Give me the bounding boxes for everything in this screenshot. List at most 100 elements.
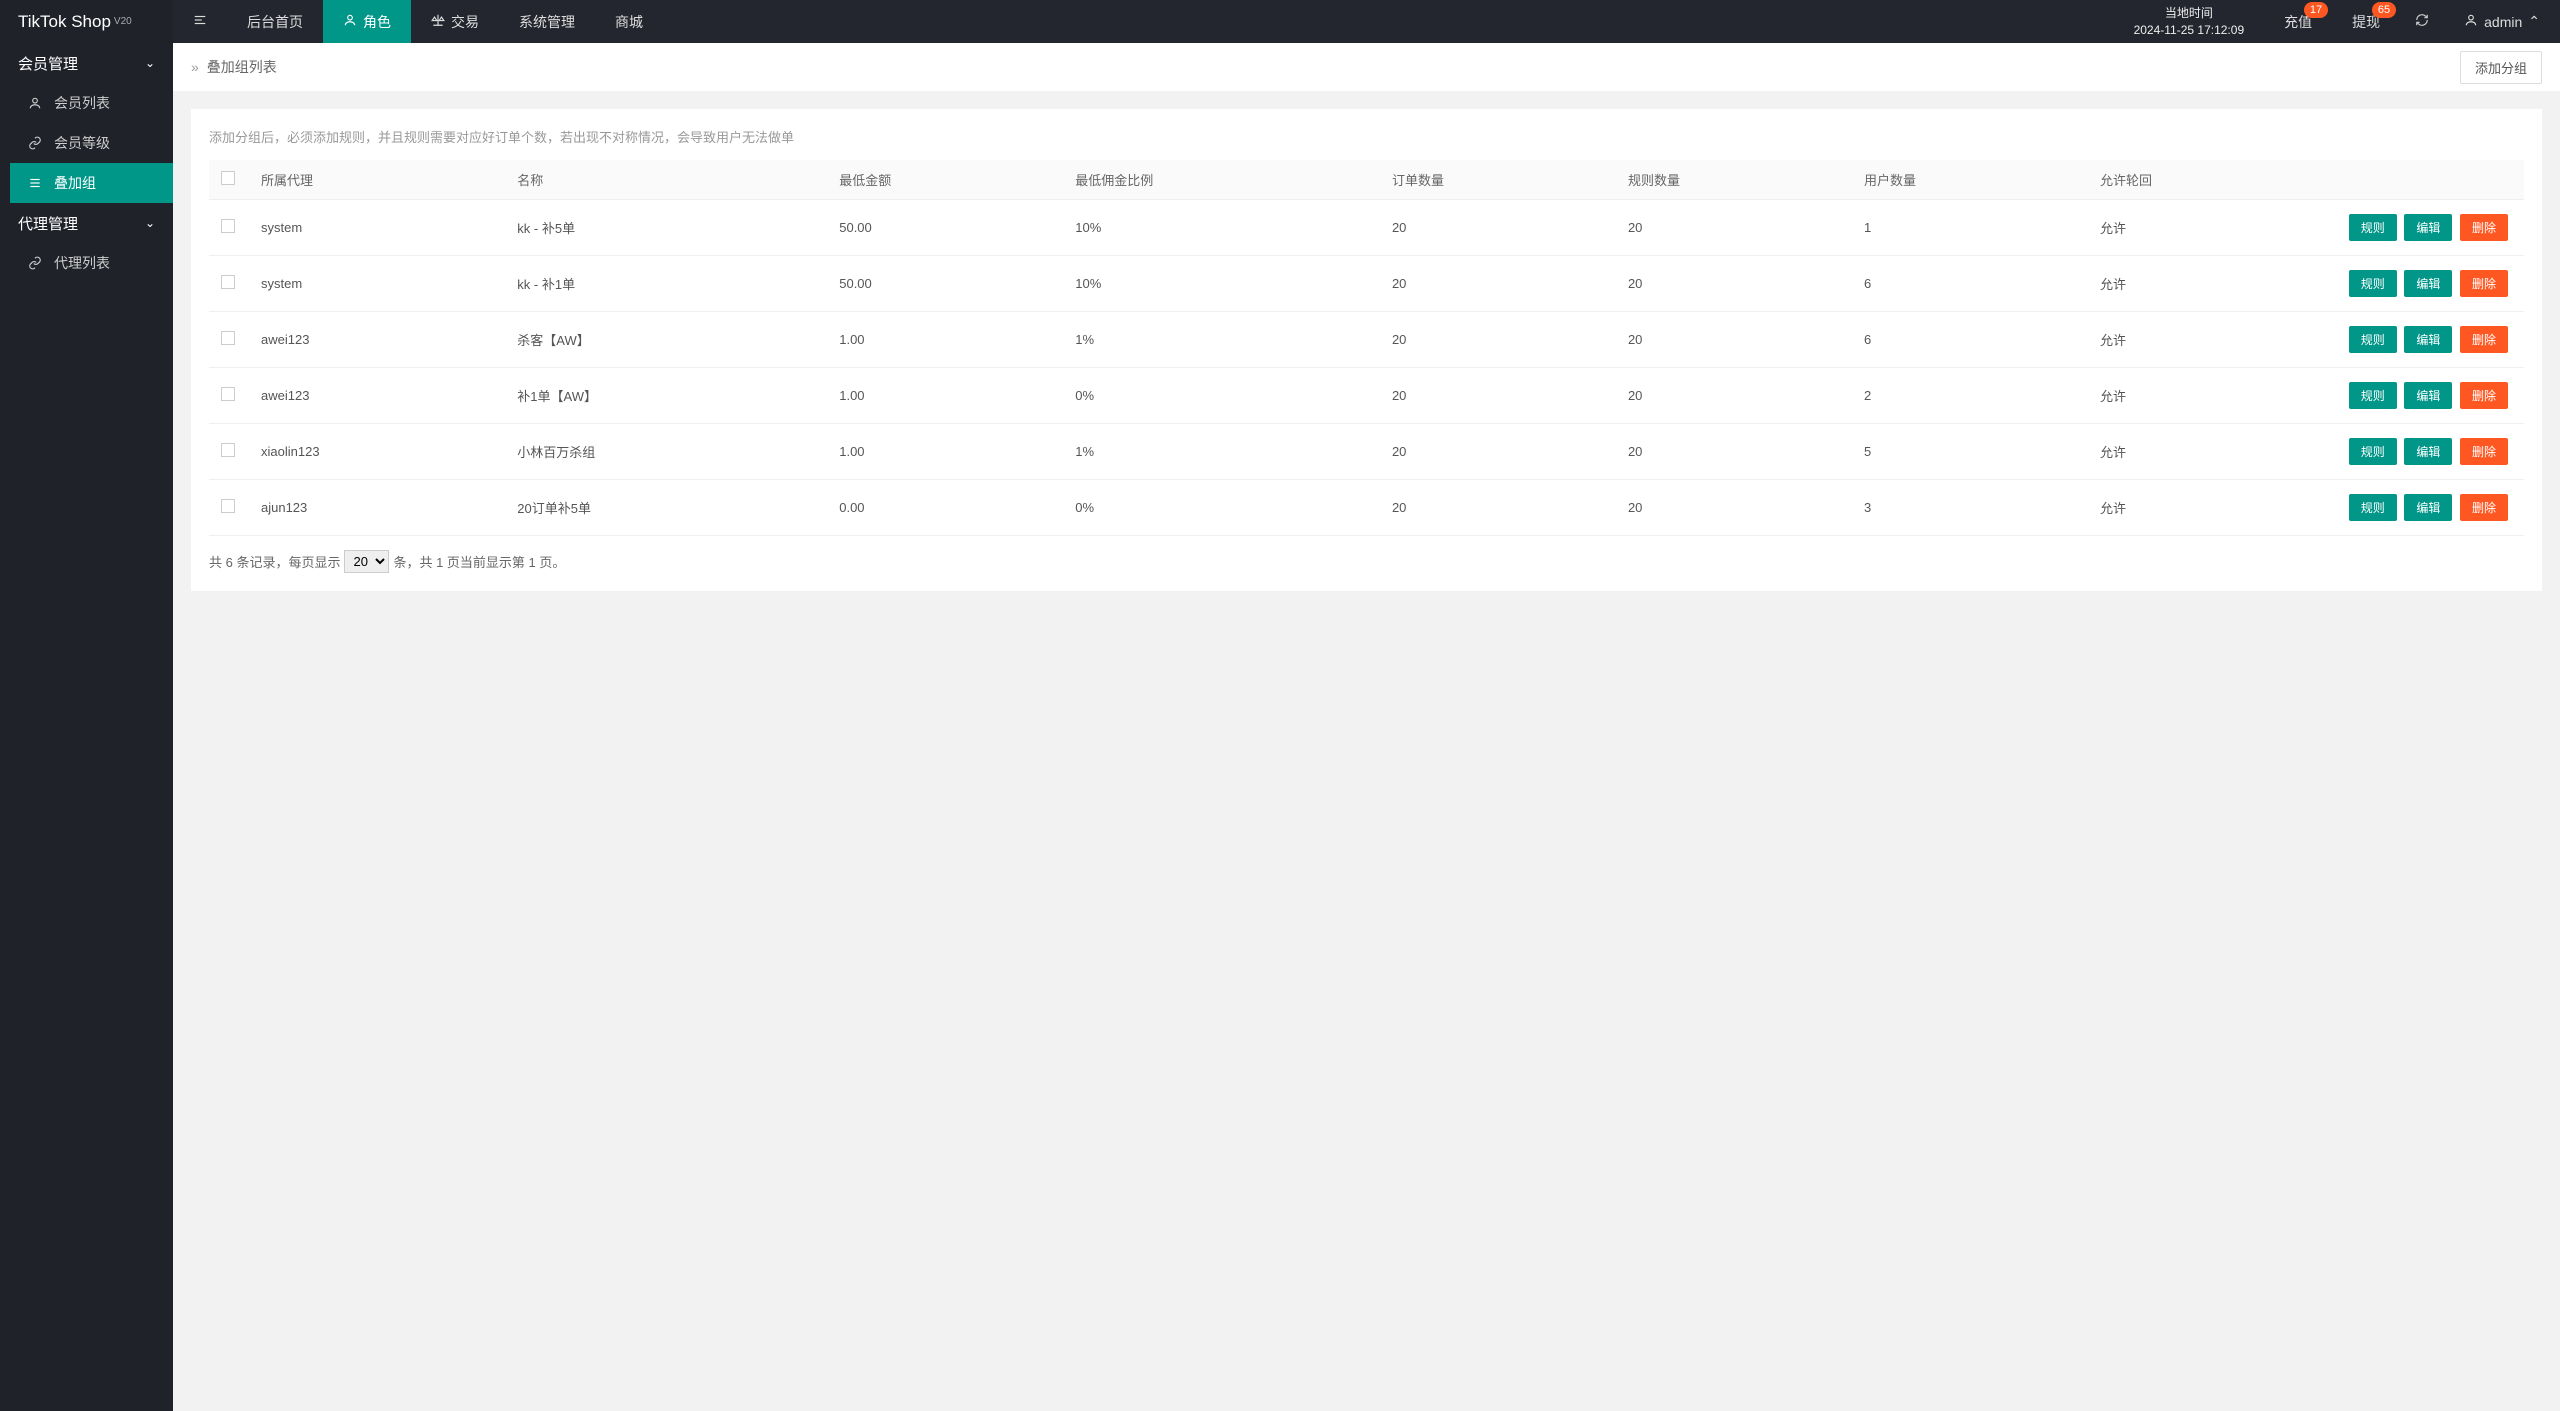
list-icon [28,176,44,190]
refresh-button[interactable] [2400,0,2444,43]
cell-min-amount: 1.00 [827,424,1063,480]
sidebar-item-label: 叠加组 [54,173,96,193]
edit-button[interactable]: 编辑 [2404,270,2452,297]
cell-allow-return: 允许 [2088,480,2324,536]
content-panel: 添加分组后，必须添加规则，并且规则需要对应好订单个数，若出现不对称情况，会导致用… [191,109,2542,591]
cell-rule-count: 20 [1616,368,1852,424]
local-time: 当地时间 2024-11-25 17:12:09 [2114,0,2265,43]
row-checkbox[interactable] [221,331,235,345]
cell-allow-return: 允许 [2088,200,2324,256]
sidebar-item-label: 会员列表 [54,93,110,113]
cell-min-ratio: 1% [1063,312,1380,368]
cell-agent: xiaolin123 [249,424,505,480]
cell-min-amount: 0.00 [827,480,1063,536]
cell-user-count: 5 [1852,424,2088,480]
chevron-down-icon: ⌄ [145,216,155,230]
sidebar-item-label: 代理列表 [54,253,110,273]
withdraw-badge: 65 [2372,2,2396,18]
sidebar-group-label: 会员管理 [18,53,78,74]
rule-button[interactable]: 规则 [2349,438,2397,465]
row-checkbox[interactable] [221,275,235,289]
col-name: 名称 [505,160,827,200]
cell-rule-count: 20 [1616,424,1852,480]
edit-button[interactable]: 编辑 [2404,382,2452,409]
menu-toggle[interactable] [173,0,227,43]
cell-agent: ajun123 [249,480,505,536]
rule-button[interactable]: 规则 [2349,382,2397,409]
nav-label: 角色 [363,12,391,32]
nav-withdraw[interactable]: 提现 65 [2332,0,2400,43]
cell-order-count: 20 [1380,312,1616,368]
rule-button[interactable]: 规则 [2349,494,2397,521]
refresh-icon [2415,13,2429,30]
table-row: awei123 杀客【AW】 1.00 1% 20 20 6 允许 规则 编辑 … [209,312,2524,368]
row-checkbox[interactable] [221,387,235,401]
sidebar-item-agent-list[interactable]: 代理列表 [10,243,173,283]
edit-button[interactable]: 编辑 [2404,494,2452,521]
nav-label: 系统管理 [519,12,575,32]
cell-agent: system [249,200,505,256]
table-row: system kk - 补1单 50.00 10% 20 20 6 允许 规则 … [209,256,2524,312]
rule-button[interactable]: 规则 [2349,214,2397,241]
table-row: system kk - 补5单 50.00 10% 20 20 1 允许 规则 … [209,200,2524,256]
cell-rule-count: 20 [1616,200,1852,256]
cell-agent: system [249,256,505,312]
brand-name: TikTok Shop [18,12,111,32]
edit-button[interactable]: 编辑 [2404,214,2452,241]
nav-trade[interactable]: 交易 [411,0,499,43]
sidebar-item-member-level[interactable]: 会员等级 [10,123,173,163]
cell-name: 补1单【AW】 [505,368,827,424]
sidebar-group-agent[interactable]: 代理管理 ⌄ [0,203,173,243]
cell-agent: awei123 [249,368,505,424]
col-rule-count: 规则数量 [1616,160,1852,200]
delete-button[interactable]: 删除 [2460,438,2508,465]
nav-system[interactable]: 系统管理 [499,0,595,43]
delete-button[interactable]: 删除 [2460,494,2508,521]
chevron-down-icon: ⌄ [145,56,155,70]
add-group-button[interactable]: 添加分组 [2460,51,2542,84]
delete-button[interactable]: 删除 [2460,214,2508,241]
data-table: 所属代理 名称 最低金额 最低佣金比例 订单数量 规则数量 用户数量 允许轮回 … [209,160,2524,536]
username: admin [2484,14,2522,30]
row-checkbox[interactable] [221,219,235,233]
select-all-checkbox[interactable] [221,171,235,185]
row-checkbox[interactable] [221,443,235,457]
nav-mall[interactable]: 商城 [595,0,663,43]
cell-name: kk - 补5单 [505,200,827,256]
cell-min-ratio: 10% [1063,200,1380,256]
scale-icon [431,13,445,30]
delete-button[interactable]: 删除 [2460,270,2508,297]
nav-label: 交易 [451,12,479,32]
user-icon [2464,13,2478,30]
user-icon [343,13,357,30]
notice-text: 添加分组后，必须添加规则，并且规则需要对应好订单个数，若出现不对称情况，会导致用… [209,127,2524,146]
edit-button[interactable]: 编辑 [2404,438,2452,465]
nav-home[interactable]: 后台首页 [227,0,323,43]
brand-version: V20 [114,16,132,27]
cell-min-ratio: 0% [1063,368,1380,424]
delete-button[interactable]: 删除 [2460,382,2508,409]
cell-allow-return: 允许 [2088,256,2324,312]
row-checkbox[interactable] [221,499,235,513]
cell-user-count: 6 [1852,312,2088,368]
cell-user-count: 2 [1852,368,2088,424]
recharge-badge: 17 [2304,2,2328,18]
user-menu[interactable]: admin ⌃ [2444,0,2560,43]
nav-role[interactable]: 角色 [323,0,411,43]
sidebar-item-label: 会员等级 [54,133,110,153]
cell-user-count: 6 [1852,256,2088,312]
per-page-select[interactable]: 20 [344,550,389,573]
delete-button[interactable]: 删除 [2460,326,2508,353]
sidebar-item-member-list[interactable]: 会员列表 [10,83,173,123]
rule-button[interactable]: 规则 [2349,270,2397,297]
sidebar-group-member[interactable]: 会员管理 ⌄ [0,43,173,83]
col-min-ratio: 最低佣金比例 [1063,160,1380,200]
nav-recharge[interactable]: 充值 17 [2264,0,2332,43]
pagination-prefix: 共 6 条记录，每页显示 [209,552,340,571]
sidebar-item-overlay-group[interactable]: 叠加组 [10,163,173,203]
cell-rule-count: 20 [1616,480,1852,536]
edit-button[interactable]: 编辑 [2404,326,2452,353]
table-row: ajun123 20订单补5单 0.00 0% 20 20 3 允许 规则 编辑… [209,480,2524,536]
brand-logo: TikTok Shop V20 [0,0,173,43]
rule-button[interactable]: 规则 [2349,326,2397,353]
